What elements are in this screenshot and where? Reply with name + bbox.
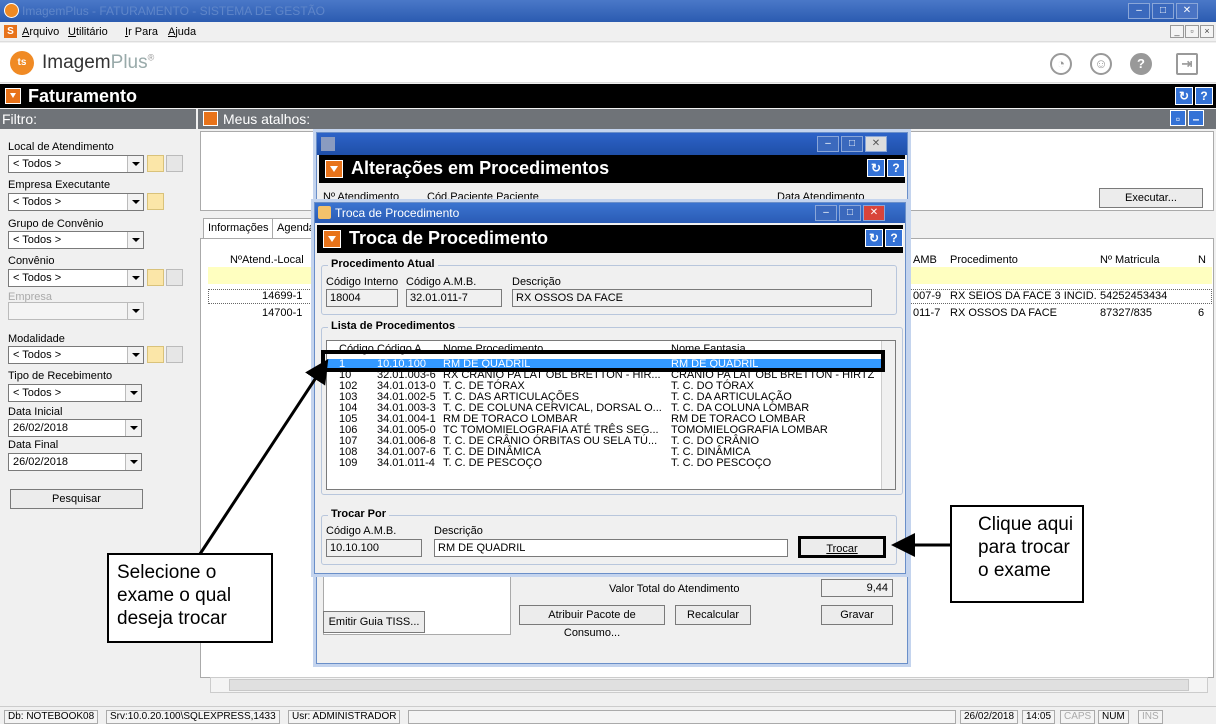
status-server: Srv:10.0.20.100\SQLEXPRESS,1433 xyxy=(106,710,280,724)
callout-select-exam: Selecione o exame o qual deseja trocar xyxy=(107,553,273,643)
status-time: 14:05 xyxy=(1022,710,1056,724)
status-ins: INS xyxy=(1138,710,1163,724)
status-num: NUM xyxy=(1098,710,1129,724)
status-db: Db: NOTEBOOK08 xyxy=(4,710,99,724)
status-empty xyxy=(408,710,956,724)
status-caps: CAPS xyxy=(1060,710,1096,724)
status-date: 26/02/2018 xyxy=(960,710,1019,724)
status-bar: Db: NOTEBOOK08 Srv:10.0.20.100\SQLEXPRES… xyxy=(0,706,1216,724)
callout-click-trocar: Clique aqui para trocar o exame xyxy=(950,505,1084,603)
status-user: Usr: ADMINISTRADOR xyxy=(288,710,401,724)
arrow-to-list xyxy=(198,358,329,555)
